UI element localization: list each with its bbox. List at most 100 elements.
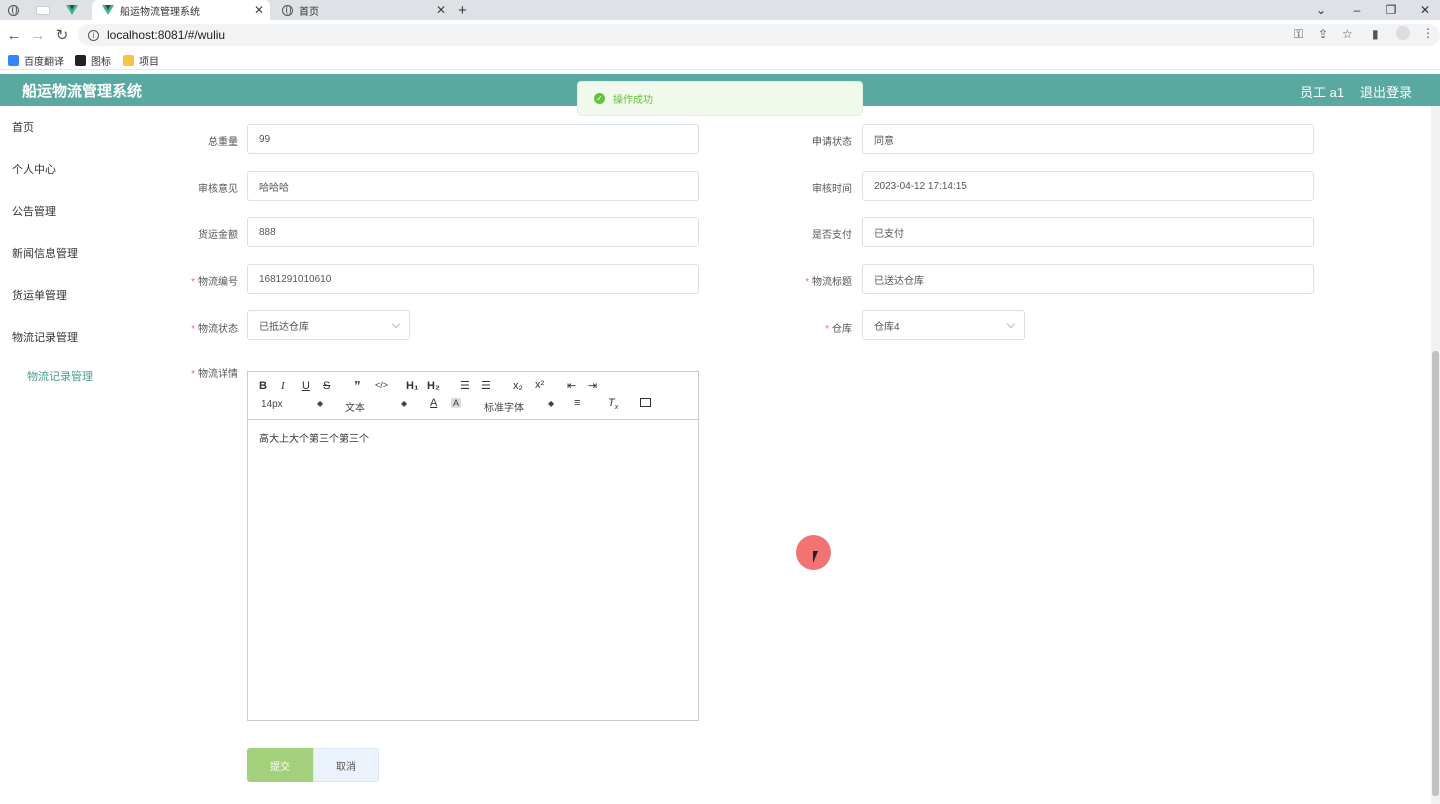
logistics-no-label: * 物流编号 bbox=[191, 277, 238, 288]
vue-logo-icon bbox=[102, 5, 114, 15]
apply-status-field[interactable]: 同意 bbox=[862, 124, 1314, 154]
align-icon[interactable]: ≡ bbox=[574, 397, 580, 409]
reload-icon[interactable]: ↻ bbox=[51, 24, 73, 46]
subscript-icon[interactable]: x₂ bbox=[513, 380, 523, 392]
rich-text-editor: B I U S ” </> H₁ H₂ ☰ ☰ x₂ x² ⇤ ⇥ 14px ◆ … bbox=[247, 371, 699, 721]
sidebar-subitem-logistics[interactable]: 物流记录管理 bbox=[27, 368, 93, 384]
star-icon[interactable]: ☆ bbox=[1342, 27, 1353, 41]
logistics-title-field[interactable]: 已送达仓库 bbox=[862, 264, 1314, 294]
browser-tab[interactable] bbox=[8, 0, 28, 20]
updown-arrow-icon: ◆ bbox=[401, 399, 408, 408]
chevron-down-icon bbox=[1006, 319, 1016, 329]
code-block-icon[interactable]: </> bbox=[375, 380, 388, 390]
sidebar-item-profile[interactable]: 个人中心 bbox=[12, 161, 56, 177]
strikethrough-icon[interactable]: S bbox=[323, 380, 330, 392]
italic-icon[interactable]: I bbox=[281, 380, 285, 392]
bookmark-item[interactable]: 百度翻译 bbox=[8, 53, 64, 68]
bookmark-item[interactable]: 图标 bbox=[75, 53, 111, 68]
browser-tab-active[interactable]: 船运物流管理系统 ✕ bbox=[92, 0, 270, 20]
superscript-icon[interactable]: x² bbox=[535, 379, 544, 391]
minimize-icon[interactable]: – bbox=[1340, 0, 1374, 20]
folder-icon bbox=[123, 55, 134, 66]
browser-tab-bar: 船运物流管理系统 ✕ 首页 ✕ + ⌄ – ❐ ✕ bbox=[0, 0, 1440, 20]
indent-icon[interactable]: ⇥ bbox=[588, 379, 597, 392]
apply-status-label: 申请状态 bbox=[812, 137, 852, 148]
browser-tab[interactable]: 首页 ✕ bbox=[274, 0, 452, 20]
heading2-icon[interactable]: H₂ bbox=[427, 380, 440, 392]
image-icon[interactable] bbox=[640, 398, 651, 407]
is-paid-field[interactable]: 已支付 bbox=[862, 217, 1314, 247]
is-paid-label: 是否支付 bbox=[812, 230, 852, 241]
freight-amount-field[interactable]: 888 bbox=[247, 217, 699, 247]
total-weight-field[interactable]: 99 bbox=[247, 124, 699, 154]
restore-icon[interactable]: ❐ bbox=[1374, 0, 1408, 20]
review-opinion-label: 审核意见 bbox=[198, 184, 238, 195]
logistics-status-label: * 物流状态 bbox=[191, 324, 238, 335]
review-time-label: 审核时间 bbox=[812, 184, 852, 195]
underline-icon[interactable]: U bbox=[302, 380, 310, 392]
clear-format-icon[interactable]: Tx bbox=[608, 397, 618, 411]
success-toast: ✓ 操作成功 bbox=[577, 81, 863, 116]
editor-content[interactable]: 高大上大个第三个第三个 bbox=[259, 430, 369, 445]
background-color-icon[interactable]: A bbox=[451, 398, 462, 408]
bookmark-item[interactable]: 项目 bbox=[123, 53, 159, 68]
font-family-select[interactable]: 标准字体 ◆ bbox=[484, 399, 556, 414]
new-tab-button[interactable]: + bbox=[458, 0, 478, 20]
heading1-icon[interactable]: H₁ bbox=[406, 380, 419, 392]
bullet-list-icon[interactable]: ☰ bbox=[481, 379, 491, 392]
vue-logo-icon bbox=[66, 5, 78, 15]
tab-search-icon[interactable]: ⌄ bbox=[1304, 0, 1338, 20]
info-icon[interactable]: i bbox=[88, 29, 99, 41]
cancel-button[interactable]: 取消 bbox=[313, 748, 379, 782]
browser-tab[interactable] bbox=[66, 0, 90, 20]
review-opinion-field[interactable]: 哈哈哈 bbox=[247, 171, 699, 201]
bookmarks-bar: 百度翻译 图标 项目 bbox=[0, 50, 1440, 70]
sidepanel-icon[interactable]: ▮ bbox=[1372, 27, 1379, 41]
scrollbar-thumb[interactable] bbox=[1432, 351, 1439, 796]
logistics-details-label: * 物流详情 bbox=[191, 369, 238, 380]
close-icon[interactable]: ✕ bbox=[436, 3, 446, 17]
ordered-list-icon[interactable]: ☰ bbox=[460, 379, 470, 392]
font-size-select[interactable]: 14px ◆ bbox=[261, 399, 325, 410]
blockquote-icon[interactable]: ” bbox=[354, 378, 361, 393]
sidebar-item-waybills[interactable]: 货运单管理 bbox=[12, 287, 67, 303]
forward-icon[interactable]: → bbox=[27, 24, 49, 46]
submit-button[interactable]: 提交 bbox=[247, 748, 313, 782]
text-format-select[interactable]: 文本 ◆ bbox=[345, 399, 409, 414]
sidebar-item-notices[interactable]: 公告管理 bbox=[12, 203, 56, 219]
sidebar-item-home[interactable]: 首页 bbox=[12, 119, 34, 135]
url-field[interactable]: i localhost:8081/#/wuliu ⚿ ⇪ ☆ bbox=[78, 24, 1440, 46]
back-icon[interactable]: ← bbox=[3, 24, 25, 46]
logistics-status-select[interactable]: 已抵达仓库 bbox=[247, 310, 410, 340]
image-icon bbox=[75, 55, 86, 66]
logistics-title-label: * 物流标题 bbox=[805, 277, 852, 288]
warehouse-select[interactable]: 仓库4 bbox=[862, 310, 1025, 340]
profile-avatar-icon[interactable] bbox=[1396, 26, 1410, 40]
outdent-icon[interactable]: ⇤ bbox=[567, 379, 576, 392]
warehouse-label: * 仓库 bbox=[825, 324, 852, 335]
editor-toolbar: B I U S ” </> H₁ H₂ ☰ ☰ x₂ x² ⇤ ⇥ 14px ◆ … bbox=[248, 372, 698, 420]
scrollbar[interactable] bbox=[1431, 106, 1440, 804]
close-icon[interactable]: ✕ bbox=[254, 3, 264, 17]
browser-tab[interactable] bbox=[36, 0, 64, 20]
key-icon[interactable]: ⚿ bbox=[1294, 27, 1303, 42]
menu-dots-icon[interactable]: ⋮ bbox=[1422, 26, 1434, 40]
font-color-icon[interactable]: A bbox=[430, 397, 437, 409]
sidebar: 首页 个人中心 公告管理 新闻信息管理 货运单管理 物流记录管理 物流记录管理 bbox=[0, 106, 150, 804]
logout-button[interactable]: 退出登录 bbox=[1360, 82, 1412, 101]
url-text: localhost:8081/#/wuliu bbox=[107, 28, 226, 42]
close-window-icon[interactable]: ✕ bbox=[1408, 0, 1440, 20]
globe-icon bbox=[8, 4, 19, 16]
current-user: 员工 a1 bbox=[1300, 85, 1345, 100]
address-bar: ← → ↻ i localhost:8081/#/wuliu ⚿ ⇪ ☆ ▮ ⋮ bbox=[0, 20, 1440, 50]
review-time-field[interactable]: 2023-04-12 17:14:15 bbox=[862, 171, 1314, 201]
app-title: 船运物流管理系统 bbox=[22, 83, 143, 100]
bold-icon[interactable]: B bbox=[259, 380, 267, 392]
share-icon[interactable]: ⇪ bbox=[1318, 27, 1328, 41]
sidebar-item-logistics[interactable]: 物流记录管理 bbox=[12, 329, 78, 345]
sidebar-item-news[interactable]: 新闻信息管理 bbox=[12, 245, 78, 261]
globe-icon bbox=[282, 4, 293, 16]
bookmark-label: 图标 bbox=[91, 57, 111, 68]
tab-title: 船运物流管理系统 bbox=[120, 6, 200, 18]
logistics-no-field[interactable]: 1681291010610 bbox=[247, 264, 699, 294]
